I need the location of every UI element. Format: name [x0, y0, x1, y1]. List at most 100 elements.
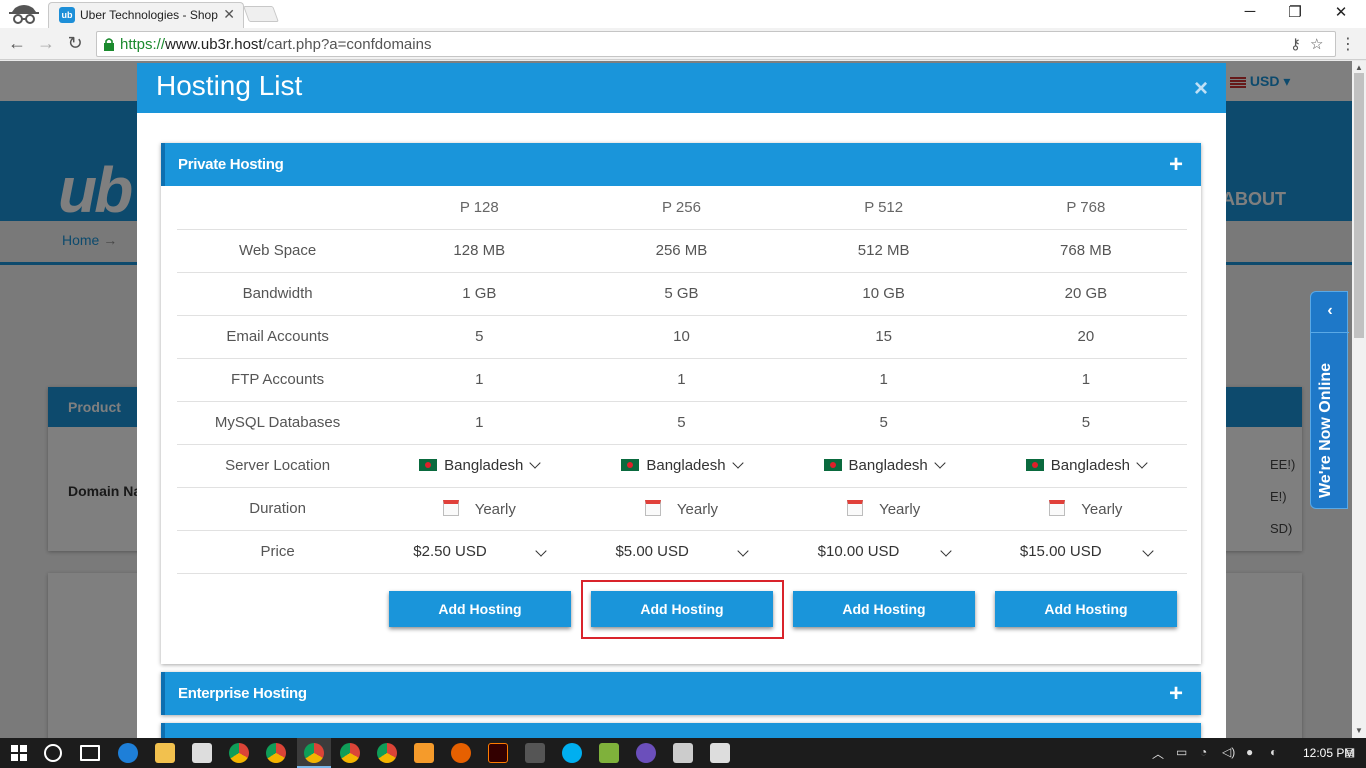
table-cell: 1	[984, 358, 1187, 402]
location-select[interactable]: Bangladesh	[378, 444, 581, 488]
duration-row: Duration Yearly Yearly Yearly Yearly	[177, 487, 1187, 531]
duration-value: Yearly	[879, 500, 921, 518]
bookmark-star-icon[interactable]: ☆	[1310, 35, 1323, 53]
key-icon[interactable]: ⚷	[1290, 35, 1301, 53]
restore-icon[interactable]: ❐	[1285, 3, 1305, 21]
price-select[interactable]: $5.00 USD	[580, 530, 783, 574]
browser-tab[interactable]: ub Uber Technologies - Shop ✕	[48, 2, 244, 28]
battery-icon[interactable]: ▭	[1176, 745, 1187, 759]
forward-arrow-icon[interactable]: →	[36, 33, 56, 54]
language-icon[interactable]: ◐	[1270, 745, 1277, 759]
app-icon[interactable]	[414, 743, 434, 763]
table-cell: 10 GB	[782, 272, 985, 316]
add-hosting-button-p256[interactable]: Add Hosting	[591, 591, 773, 627]
tab-title: Uber Technologies - Shop	[80, 8, 218, 22]
browser-menu-icon[interactable]: ⋮	[1340, 34, 1356, 54]
server-location-row: Server Location Bangladesh Bangladesh Ba…	[177, 444, 1187, 488]
photos-icon[interactable]	[710, 743, 730, 763]
price-select[interactable]: $2.50 USD	[378, 530, 581, 574]
table-cell: 1	[378, 358, 581, 402]
chevron-left-icon[interactable]: ‹	[1311, 302, 1349, 320]
price-value: $5.00 USD	[615, 543, 689, 560]
illustrator-icon[interactable]	[488, 743, 508, 763]
chevron-down-icon	[1142, 545, 1154, 557]
page-scrollbar[interactable]: ▲ ▼	[1352, 61, 1366, 738]
chrome-icon[interactable]	[304, 743, 324, 763]
next-hosting-header[interactable]	[161, 723, 1201, 738]
app-icon[interactable]	[599, 743, 619, 763]
price-row: Price $2.50 USD $5.00 USD $10.00 USD $15…	[177, 530, 1187, 574]
table-cell: 1	[378, 401, 581, 445]
chrome-icon[interactable]	[377, 743, 397, 763]
table-cell: 5	[984, 401, 1187, 445]
duration-field[interactable]: Yearly	[782, 487, 985, 531]
wifi-icon[interactable]: ◔	[1200, 745, 1207, 759]
table-row: Web Space 128 MB 256 MB 512 MB 768 MB	[177, 229, 1187, 273]
search-icon[interactable]	[44, 744, 62, 762]
table-row: MySQL Databases 1 5 5 5	[177, 401, 1187, 445]
expand-plus-icon[interactable]: +	[1169, 151, 1183, 179]
bangladesh-flag-icon	[1025, 459, 1044, 471]
tab-close-icon[interactable]: ✕	[223, 6, 235, 23]
row-label: FTP Accounts	[177, 358, 379, 402]
private-hosting-header[interactable]: Private Hosting +	[161, 143, 1201, 186]
close-icon[interactable]: ×	[1194, 75, 1208, 103]
volume-icon[interactable]: ◁)	[1222, 745, 1235, 759]
scroll-up-icon[interactable]: ▲	[1355, 63, 1363, 72]
plan-name: P 128	[378, 186, 581, 230]
calendar-icon	[644, 499, 661, 516]
price-select[interactable]: $15.00 USD	[984, 530, 1187, 574]
reload-icon[interactable]: ↻	[65, 33, 85, 54]
add-hosting-button-p512[interactable]: Add Hosting	[793, 591, 975, 627]
chrome-icon[interactable]	[340, 743, 360, 763]
price-value: $15.00 USD	[1019, 543, 1102, 560]
row-label: MySQL Databases	[177, 401, 379, 445]
chevron-down-icon	[535, 545, 547, 557]
scroll-down-icon[interactable]: ▼	[1355, 726, 1363, 735]
tray-chevron-up-icon[interactable]: ︿	[1152, 745, 1164, 762]
location-select[interactable]: Bangladesh	[580, 444, 783, 488]
tray-app-icon[interactable]: ●	[1246, 745, 1253, 759]
chrome-icon[interactable]	[229, 743, 249, 763]
enterprise-hosting-header[interactable]: Enterprise Hosting +	[161, 672, 1201, 715]
add-hosting-button-row: Add Hosting Add Hosting Add Hosting Add …	[161, 580, 1201, 639]
add-hosting-button-p768[interactable]: Add Hosting	[995, 591, 1177, 627]
file-explorer-icon[interactable]	[155, 743, 175, 763]
scroll-thumb[interactable]	[1354, 73, 1364, 338]
duration-field[interactable]: Yearly	[580, 487, 783, 531]
app-icon[interactable]	[636, 743, 656, 763]
live-chat-tab[interactable]: ‹ We're Now Online	[1310, 291, 1349, 509]
video-editor-icon[interactable]	[525, 743, 545, 763]
price-select[interactable]: $10.00 USD	[782, 530, 985, 574]
next-hosting-panel	[161, 723, 1201, 738]
calendar-icon	[847, 499, 864, 516]
duration-value: Yearly	[676, 500, 719, 518]
window-close-icon[interactable]: ✕	[1331, 3, 1351, 21]
firefox-icon[interactable]	[451, 743, 471, 763]
store-icon[interactable]	[192, 743, 212, 763]
chrome-icon[interactable]	[266, 743, 286, 763]
minimize-icon[interactable]: ─	[1240, 3, 1260, 20]
duration-field[interactable]: Yearly	[984, 487, 1187, 531]
expand-plus-icon[interactable]: +	[1169, 680, 1183, 708]
windows-start-icon[interactable]	[11, 745, 27, 761]
chevron-down-icon	[731, 457, 744, 469]
notification-icon[interactable]: ▤	[1344, 745, 1355, 759]
location-select[interactable]: Bangladesh	[984, 444, 1187, 488]
address-bar[interactable]: https://www.ub3r.host/cart.php?a=confdom…	[96, 31, 1336, 57]
skype-icon[interactable]	[562, 743, 582, 763]
calculator-icon[interactable]	[673, 743, 693, 763]
new-tab-button[interactable]	[243, 6, 279, 22]
duration-field[interactable]: Yearly	[378, 487, 581, 531]
add-hosting-button-p128[interactable]: Add Hosting	[389, 591, 571, 627]
back-arrow-icon[interactable]: ←	[7, 33, 27, 54]
task-view-icon[interactable]	[80, 745, 100, 761]
location-select[interactable]: Bangladesh	[782, 444, 985, 488]
table-cell: 10	[580, 315, 783, 359]
incognito-icon	[9, 5, 39, 24]
live-chat-label: We're Now Online	[1317, 362, 1334, 498]
calendar-icon	[442, 499, 459, 516]
edge-icon[interactable]	[118, 743, 138, 763]
chevron-down-icon	[1136, 457, 1148, 469]
table-cell: 128 MB	[378, 229, 581, 273]
